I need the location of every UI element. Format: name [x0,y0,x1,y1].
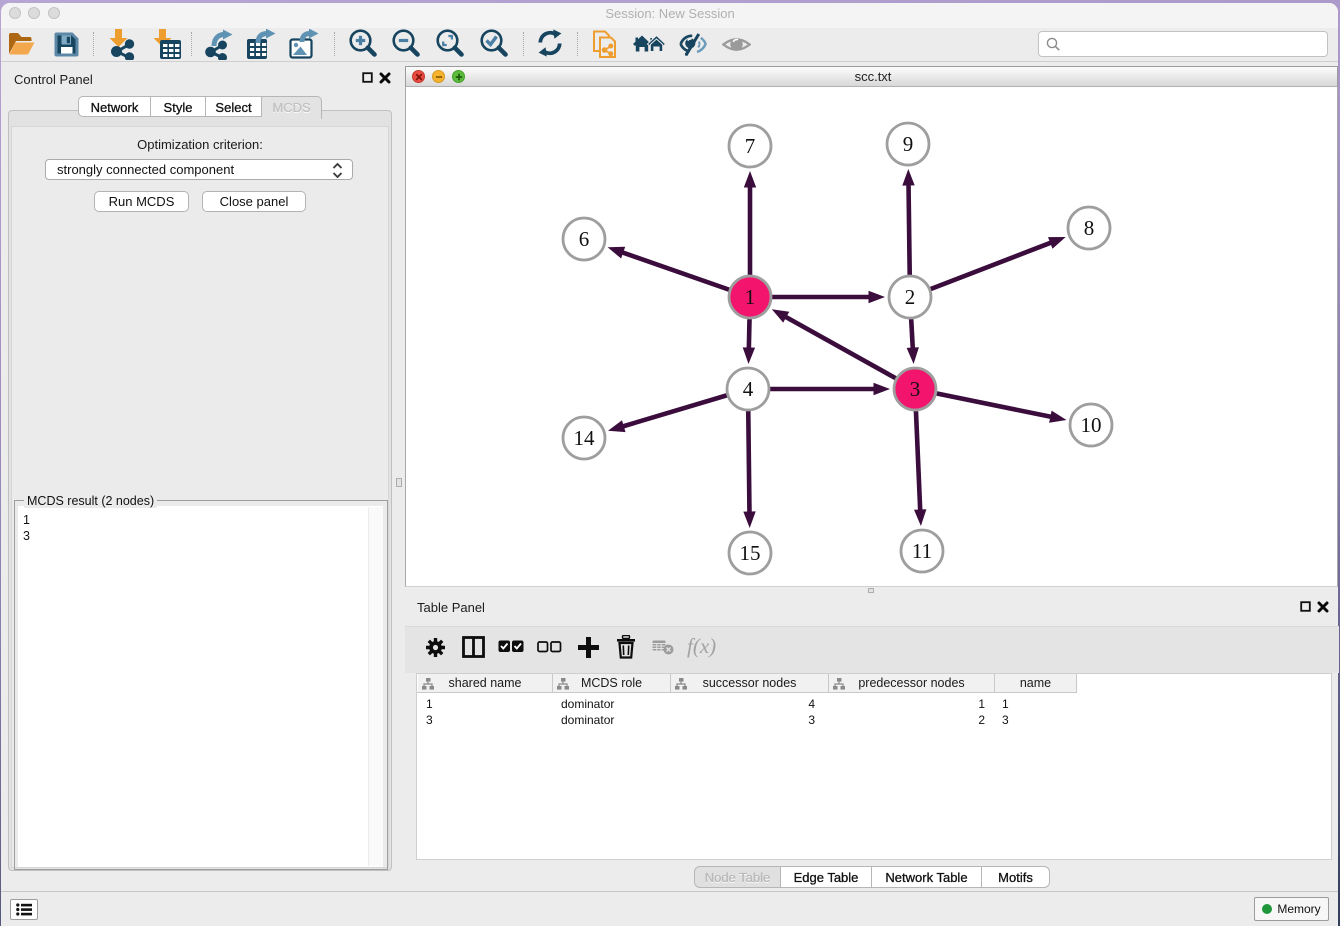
svg-text:4: 4 [743,377,754,401]
svg-text:1: 1 [745,285,756,309]
svg-text:7: 7 [745,134,756,158]
svg-text:14: 14 [574,426,596,450]
svg-text:6: 6 [579,227,590,251]
svg-text:15: 15 [740,541,761,565]
svg-text:3: 3 [910,377,921,401]
svg-text:10: 10 [1081,413,1102,437]
svg-text:9: 9 [903,132,914,156]
svg-text:2: 2 [905,285,916,309]
svg-text:8: 8 [1084,216,1095,240]
svg-text:11: 11 [912,539,932,563]
